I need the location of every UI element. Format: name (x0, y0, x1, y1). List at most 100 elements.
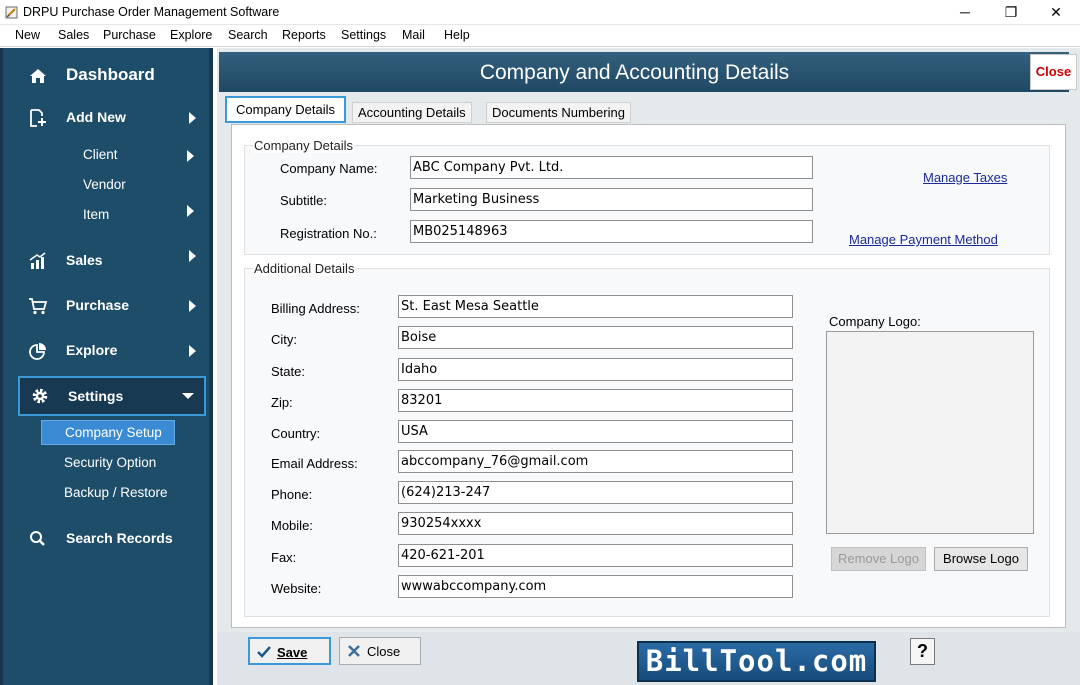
save-button[interactable]: Save (248, 637, 331, 665)
menu-sales[interactable]: Sales (58, 28, 89, 42)
menu-bar: New Sales Purchase Explore Search Report… (0, 25, 1080, 47)
chevron-right-icon (189, 345, 196, 357)
tab-accounting-details[interactable]: Accounting Details (352, 102, 472, 123)
menu-explore[interactable]: Explore (170, 28, 212, 42)
sidebar-label-dashboard: Dashboard (66, 65, 155, 84)
sidebar-item-sales[interactable]: Sales (18, 244, 206, 278)
billtool-logo: BillTool.com (637, 641, 876, 682)
website-label: Website: (271, 581, 322, 596)
window-title: DRPU Purchase Order Management Software (23, 5, 280, 19)
company-logo-box[interactable] (826, 331, 1034, 534)
manage-payment-method-link[interactable]: Manage Payment Method (849, 232, 998, 247)
mobile-label: Mobile: (271, 518, 313, 533)
company-name-input[interactable]: ABC Company Pvt. Ltd. (410, 156, 813, 179)
menu-reports[interactable]: Reports (282, 28, 326, 42)
email-input[interactable]: abccompany_76@gmail.com (398, 450, 793, 473)
sidebar-item-settings[interactable]: Settings (18, 376, 206, 416)
company-details-group: Company Details Company Name: ABC Compan… (244, 138, 1050, 255)
zip-input[interactable]: 83201 (398, 389, 793, 412)
city-input[interactable]: Boise (398, 326, 793, 349)
tab-company-details[interactable]: Company Details (225, 96, 346, 123)
additional-details-legend: Additional Details (253, 261, 356, 276)
sidebar-sub-company-setup-label: Company Setup (65, 425, 162, 440)
registration-input[interactable]: MB025148963 (410, 220, 813, 243)
additional-details-group: Additional Details Billing Address: St. … (244, 261, 1050, 617)
maximize-button[interactable]: ❐ (988, 0, 1034, 25)
menu-search[interactable]: Search (228, 28, 268, 42)
main-area: Company and Accounting Details Close Acc… (217, 48, 1080, 685)
sidebar-label-settings: Settings (68, 388, 124, 404)
sidebar-sub-backup-restore-label: Backup / Restore (64, 485, 168, 500)
sidebar-sub-item-label: Item (83, 207, 110, 222)
company-details-panel: Company Details Company Name: ABC Compan… (231, 124, 1066, 628)
pie-chart-icon (29, 343, 46, 360)
add-document-icon (30, 109, 46, 127)
sidebar-sub-backup-restore[interactable]: Backup / Restore (64, 485, 168, 500)
subtitle-label: Subtitle: (280, 193, 327, 208)
sidebar: Dashboard Add New Client Vendor Item Sal… (0, 48, 213, 685)
save-button-label: Save (277, 645, 308, 660)
manage-taxes-link[interactable]: Manage Taxes (923, 170, 1007, 185)
tab-documents-numbering[interactable]: Documents Numbering (486, 102, 631, 123)
bar-chart-icon (29, 252, 46, 269)
sidebar-label-explore: Explore (66, 342, 118, 358)
phone-input[interactable]: (624)213-247 (398, 481, 793, 504)
footer-bar: Save Close BillTool.com ? (217, 632, 1080, 685)
billing-address-label: Billing Address: (271, 301, 360, 316)
page-header: Company and Accounting Details (219, 52, 1069, 92)
help-button[interactable]: ? (910, 638, 935, 665)
menu-settings[interactable]: Settings (341, 28, 386, 42)
sidebar-sub-vendor[interactable]: Vendor (83, 177, 126, 192)
sidebar-item-add-new[interactable]: Add New (18, 101, 206, 135)
sidebar-item-purchase[interactable]: Purchase (18, 289, 206, 323)
sidebar-sub-security-option[interactable]: Security Option (64, 455, 156, 470)
sidebar-sub-client-label: Client (83, 147, 118, 162)
menu-mail[interactable]: Mail (402, 28, 425, 42)
sidebar-sub-company-setup[interactable]: Company Setup (41, 420, 175, 445)
menu-new[interactable]: New (15, 28, 40, 42)
sidebar-sub-client[interactable]: Client (83, 147, 194, 162)
header-close-button[interactable]: Close (1030, 54, 1077, 90)
state-input[interactable]: Idaho (398, 358, 793, 381)
sidebar-item-dashboard[interactable]: Dashboard (18, 59, 206, 93)
fax-input[interactable]: 420-621-201 (398, 544, 793, 567)
registration-label: Registration No.: (280, 226, 377, 241)
email-label: Email Address: (271, 456, 358, 471)
app-icon (5, 6, 18, 19)
mobile-input[interactable]: 930254xxxx (398, 512, 793, 535)
title-bar: DRPU Purchase Order Management Software … (0, 0, 1080, 25)
company-name-label: Company Name: (280, 161, 378, 176)
cart-icon (29, 298, 48, 315)
search-icon (30, 531, 45, 546)
page-title: Company and Accounting Details (479, 61, 790, 84)
sidebar-label-purchase: Purchase (66, 297, 130, 313)
menu-purchase[interactable]: Purchase (103, 28, 156, 42)
checkmark-icon (257, 646, 271, 658)
sidebar-label-search-records: Search Records (66, 530, 173, 546)
phone-label: Phone: (271, 487, 313, 502)
sidebar-item-explore[interactable]: Explore (18, 334, 206, 368)
sidebar-item-search-records[interactable]: Search Records (18, 522, 206, 556)
minimize-button[interactable]: ─ (942, 0, 988, 25)
home-icon (30, 69, 46, 83)
menu-help[interactable]: Help (444, 28, 470, 42)
browse-logo-button[interactable]: Browse Logo (934, 547, 1028, 571)
country-input[interactable]: USA (398, 420, 793, 443)
sidebar-label-add-new: Add New (66, 109, 126, 125)
company-logo-label: Company Logo: (829, 314, 921, 329)
sidebar-sub-item[interactable]: Item (83, 205, 194, 222)
subtitle-input[interactable]: Marketing Business (410, 188, 813, 211)
website-input[interactable]: wwwabccompany.com (398, 575, 793, 598)
chevron-down-icon (182, 393, 194, 399)
state-label: State: (271, 364, 305, 379)
chevron-right-icon (189, 112, 196, 124)
country-label: Country: (271, 426, 321, 441)
window-close-button[interactable]: ✕ (1033, 0, 1079, 25)
remove-logo-button[interactable]: Remove Logo (831, 547, 926, 571)
close-icon (348, 645, 360, 657)
footer-close-button-label: Close (367, 644, 401, 659)
sidebar-sub-vendor-label: Vendor (83, 177, 126, 192)
billing-address-input[interactable]: St. East Mesa Seattle (398, 295, 793, 318)
footer-close-button[interactable]: Close (339, 637, 421, 665)
chevron-right-icon (189, 250, 196, 262)
